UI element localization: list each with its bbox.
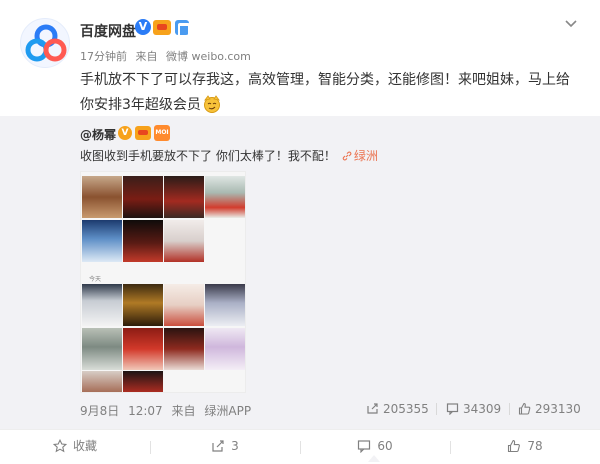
artwork-thumb [123,284,163,326]
repost-date[interactable]: 9月8日 [80,404,119,418]
repost-source[interactable]: 绿洲APP [204,404,251,418]
artwork-thumb [164,176,204,218]
repost-button[interactable]: 3 [150,430,300,464]
repost-reposts-stat[interactable]: 205355 [366,402,429,416]
author-avatar[interactable] [20,18,70,68]
artwork-thumb [164,284,204,326]
artwork-thumb [82,284,122,326]
chevron-down-icon[interactable] [563,15,579,31]
repost-vip-crown-icon [135,126,151,140]
repost-comments-stat[interactable]: 34309 [446,402,501,416]
post-text-line1: 手机放不下了可以存我这，高效管理，智能分类，还能修图！来吧姐妹，马上给 [80,72,570,88]
weibo-post-card: 百度网盘 V 17分钟前 来自 微博 weibo.com 手机放不下了可以存我这… [0,0,600,464]
like-button[interactable]: 78 [450,430,600,464]
verified-v-badge-icon: V [135,19,151,35]
favorite-button[interactable]: 收藏 [0,430,150,464]
divider [436,403,437,415]
post-time[interactable]: 17分钟前 [80,50,127,63]
artwork-thumb [82,220,122,262]
comment-count: 60 [377,439,393,453]
baidu-netdisk-logo-icon [25,24,67,62]
repost-arrow-icon [212,440,224,452]
repost-text-wrap: 收图收到手机要放不下了 你们太棒了！我不配！ 绿洲 [80,147,378,164]
artwork-thumb [205,328,245,370]
post-meta: 17分钟前 来自 微博 weibo.com [80,48,256,64]
artwork-thumb [123,220,163,262]
artwork-thumb [205,284,245,326]
artwork-thumb [82,328,122,370]
comment-icon [446,403,459,416]
post-text-line2: 你安排3年超级会员 [80,97,201,113]
repost-likes-count: 293130 [535,402,581,416]
star-icon [52,438,68,453]
repost-arrow-icon [367,403,378,414]
artwork-thumb [164,328,204,370]
post-source[interactable]: 微博 weibo.com [166,50,251,63]
repost-image[interactable]: 今天 [80,171,246,393]
post-source-prefix: 来自 [135,50,158,63]
repost-verified-v-icon: V [118,126,132,140]
repost-comments-count: 34309 [463,402,502,416]
post-text: 手机放不下了可以存我这，高效管理，智能分类，还能修图！来吧姐妹，马上给 你安排3… [80,68,580,118]
repost-block: @杨幂 V MOI 收图收到手机要放不下了 你们太棒了！我不配！ 绿洲 今天 9… [0,116,600,429]
divider [509,403,510,415]
oasis-link-label: 绿洲 [353,149,378,163]
smirk-emoji-icon [203,95,220,113]
thumbs-up-icon [518,402,531,415]
artwork-thumb [123,371,163,392]
artwork-thumb [82,176,122,218]
link-icon [342,151,352,161]
artwork-thumb [123,328,163,370]
artwork-thumb [82,371,122,392]
action-bar: 收藏 3 60 78 [0,429,600,464]
repost-count: 3 [231,439,239,453]
repost-likes-stat[interactable]: 293130 [518,402,581,416]
repost-text: 收图收到手机要放不下了 你们太棒了！我不配！ [80,149,336,163]
repost-meta: 9月8日 12:07 来自 绿洲APP [80,402,256,419]
artwork-thumb [123,176,163,218]
artwork-thumb [205,176,245,218]
comment-icon [358,440,371,454]
thumbs-up-icon [508,439,521,453]
image-section-label: 今天 [89,276,102,283]
vip-crown-badge-icon [153,20,171,35]
post-text-line2-wrap: 你安排3年超级会员 [80,93,580,118]
repost-clock[interactable]: 12:07 [128,404,163,418]
repost-rank-badge: MOI [154,125,170,141]
comment-pointer [368,455,380,462]
repost-reposts-count: 205355 [383,402,429,416]
repost-source-prefix: 来自 [171,404,196,418]
oasis-link[interactable]: 绿洲 [342,149,378,163]
artwork-thumb [164,220,204,262]
repost-author[interactable]: @杨幂 [80,126,116,143]
author-name[interactable]: 百度网盘 [80,21,136,41]
favorite-label: 收藏 [72,439,97,453]
lock-badge-icon [175,20,190,37]
like-count: 78 [527,439,543,453]
